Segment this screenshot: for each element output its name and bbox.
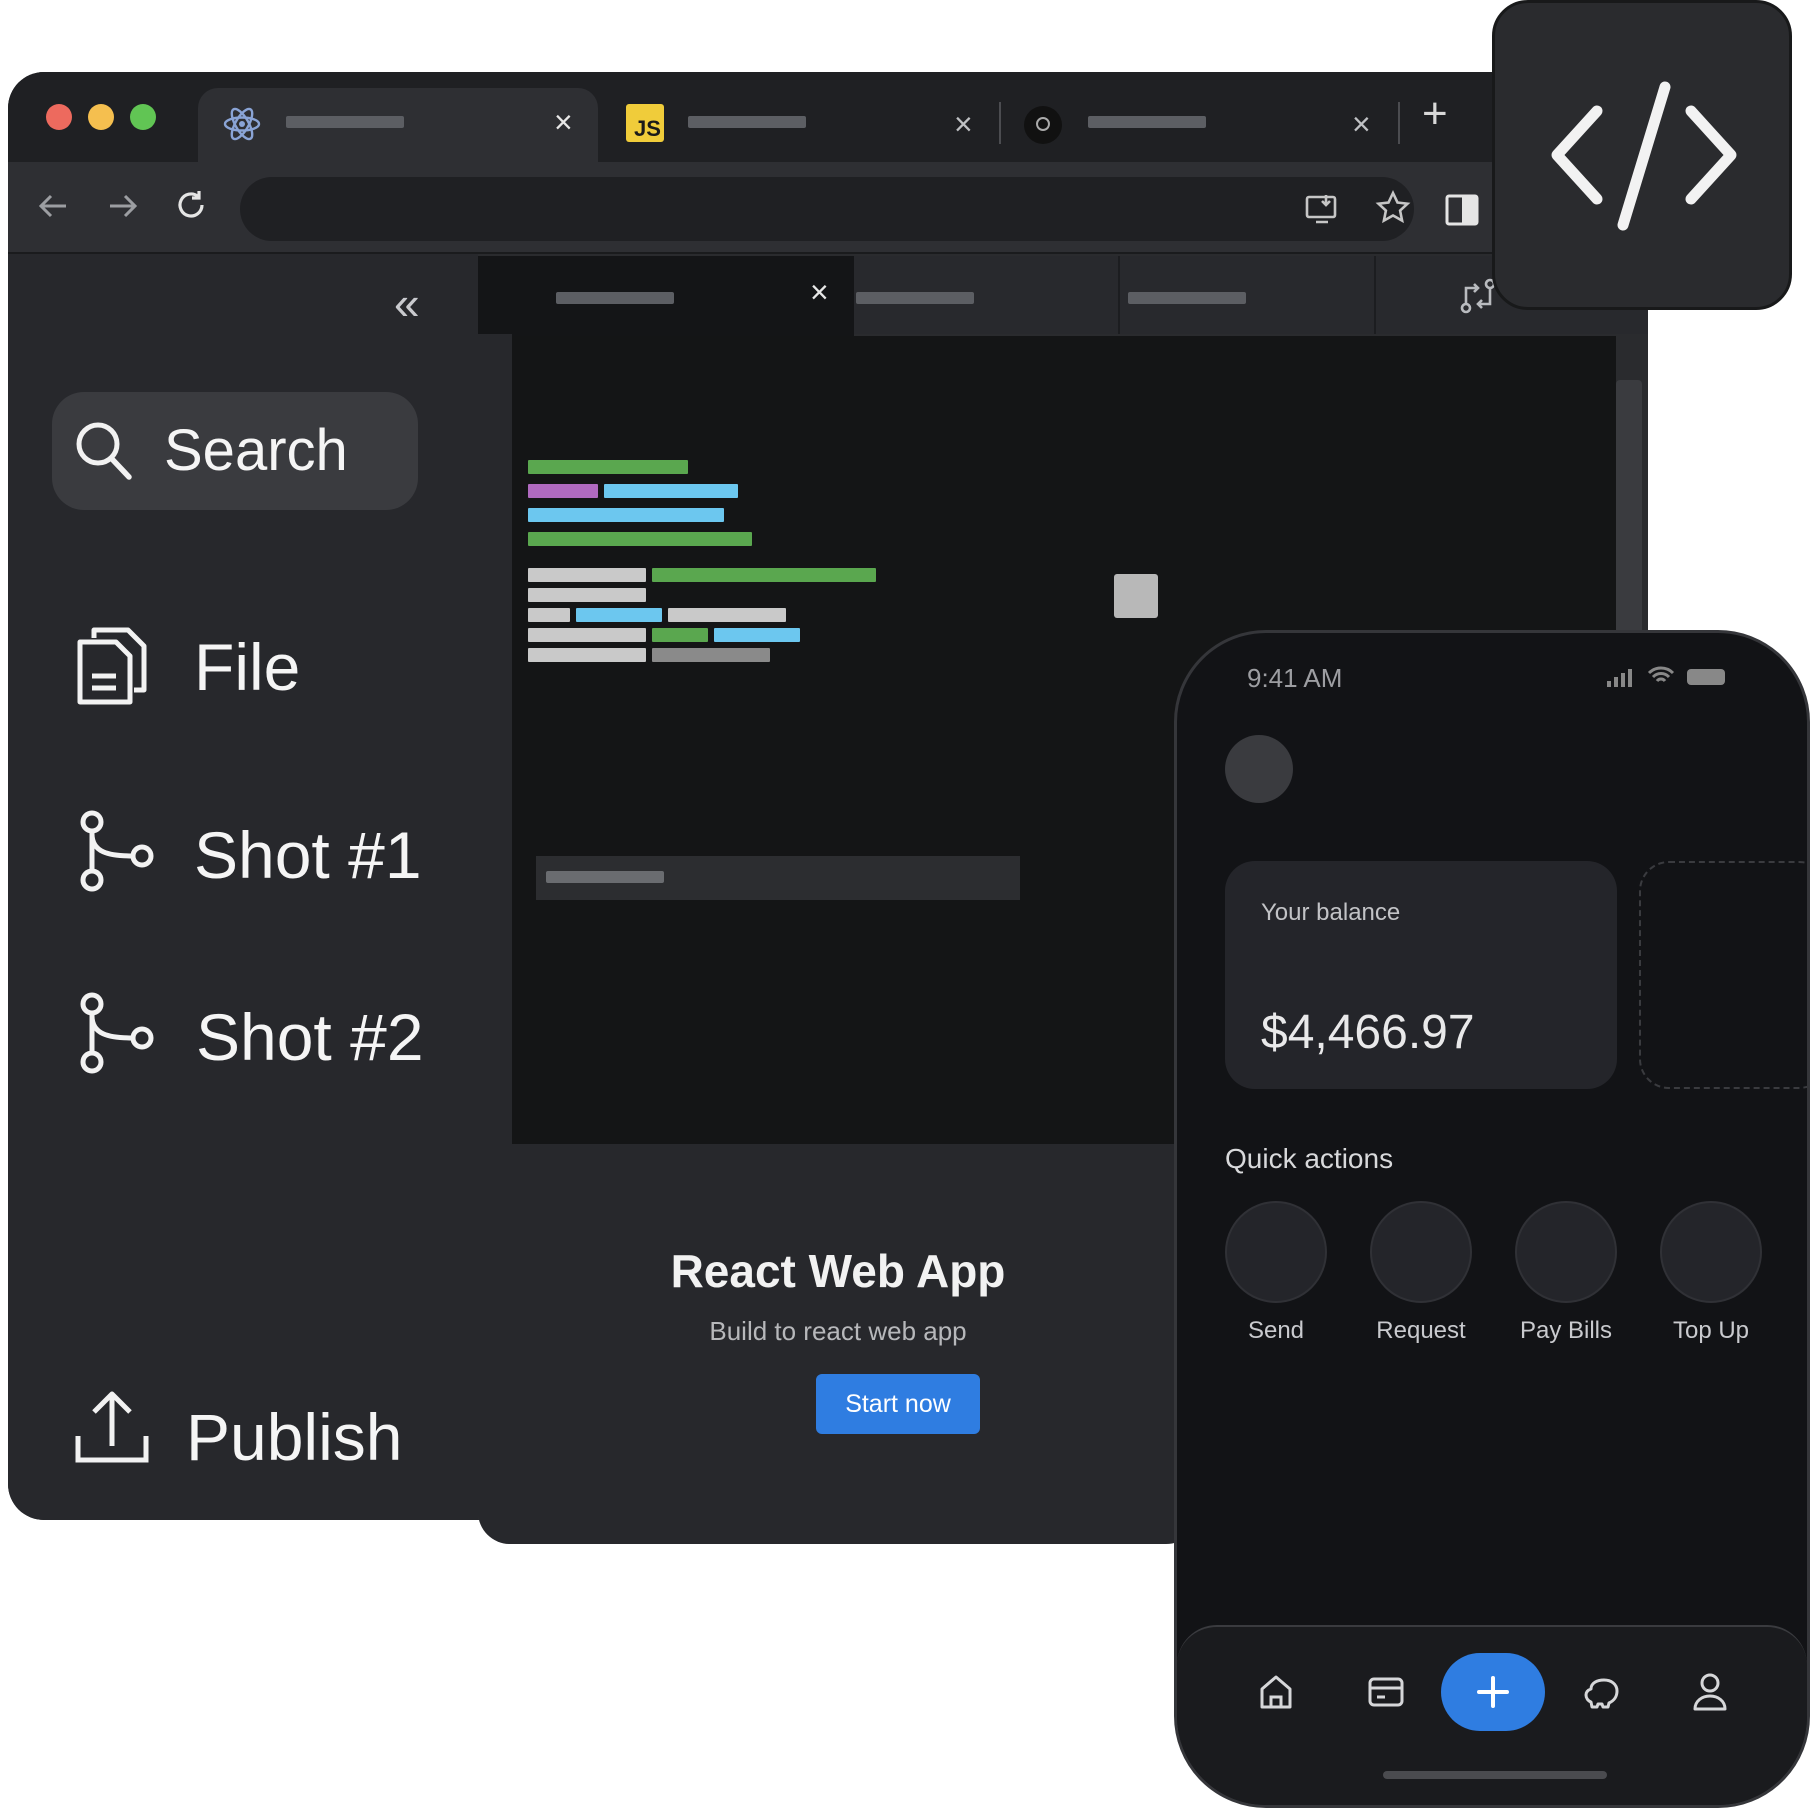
quick-action-send[interactable]: [1225, 1201, 1327, 1303]
search-label: Search: [164, 418, 348, 483]
editor-tab-2-title[interactable]: [856, 292, 974, 304]
sidebar-item-shot-1[interactable]: Shot #1: [76, 808, 496, 898]
start-now-button[interactable]: Start now: [816, 1374, 980, 1434]
collapse-sidebar-button[interactable]: «: [394, 280, 420, 326]
side-panel-icon[interactable]: [1444, 192, 1480, 233]
editor-tab-title: [556, 292, 674, 304]
preview-panel: React Web App Build to react web app Sta…: [478, 1144, 1198, 1544]
minimize-window-button[interactable]: [88, 104, 114, 130]
sidebar-item-label: Shot #2: [196, 1000, 424, 1074]
home-icon[interactable]: [1257, 1673, 1295, 1716]
quick-action-label: Send: [1247, 1317, 1305, 1344]
sidebar-item-label: File: [194, 630, 301, 704]
editor-gutter: [478, 334, 512, 1144]
quick-action-label: Top Up: [1672, 1317, 1750, 1344]
code-line: [528, 484, 598, 498]
quick-action-request[interactable]: [1370, 1201, 1472, 1303]
tab-close-button[interactable]: ×: [554, 106, 573, 138]
add-icon: [1475, 1674, 1511, 1715]
wifi-icon: [1647, 665, 1675, 692]
sidebar-item-label: Shot #1: [194, 818, 422, 892]
add-card-placeholder[interactable]: [1639, 861, 1807, 1089]
tab-title-placeholder: [1088, 116, 1206, 128]
bookmark-star-icon[interactable]: [1374, 189, 1412, 232]
savings-icon[interactable]: [1583, 1675, 1623, 1716]
github-icon: [1024, 106, 1062, 144]
text-cursor-block: [1114, 574, 1158, 618]
maximize-window-button[interactable]: [130, 104, 156, 130]
code-line: [528, 588, 646, 602]
quick-action-top-up[interactable]: [1660, 1201, 1762, 1303]
avatar[interactable]: [1225, 735, 1293, 803]
code-line: [528, 628, 646, 642]
sidebar-item-file[interactable]: File: [76, 620, 496, 710]
preview-title: React Web App: [670, 1245, 1006, 1297]
editor-tab-close-button[interactable]: ×: [810, 276, 829, 308]
terminal-input[interactable]: [536, 856, 1020, 900]
tab-strip: × JS × × +: [8, 72, 1648, 162]
tab-close-button[interactable]: ×: [954, 108, 973, 140]
reload-icon[interactable]: [172, 186, 210, 229]
send-icon: [1225, 1201, 1327, 1303]
preview-subtitle: Build to react web app: [709, 1316, 967, 1346]
search-button[interactable]: Search: [52, 392, 418, 510]
top-up-icon: [1660, 1201, 1762, 1303]
signal-icon: [1605, 667, 1635, 692]
code-line: [528, 648, 646, 662]
code-line: [528, 568, 646, 582]
react-icon: [222, 104, 262, 149]
card-icon[interactable]: [1367, 1675, 1405, 1714]
profile-icon[interactable]: [1691, 1671, 1729, 1716]
git-compare-icon[interactable]: [1458, 276, 1498, 321]
bottom-tab-bar: [1177, 1625, 1807, 1805]
quick-action-pay-bills[interactable]: [1515, 1201, 1617, 1303]
publish-label: Publish: [186, 1400, 403, 1474]
quick-action-label: Request: [1376, 1317, 1466, 1344]
install-app-icon[interactable]: [1304, 191, 1340, 232]
tab-close-button[interactable]: ×: [1352, 108, 1371, 140]
tab-title-placeholder: [286, 116, 404, 128]
branch-icon: [76, 810, 156, 897]
upload-icon: [74, 1388, 150, 1469]
publish-button[interactable]: Publish: [74, 1382, 494, 1472]
back-arrow-icon[interactable]: [36, 188, 72, 229]
browser-tab-1[interactable]: ×: [198, 88, 598, 162]
code-line: [528, 608, 570, 622]
code-line: [528, 508, 724, 522]
home-indicator: [1383, 1771, 1607, 1779]
code-line: [528, 460, 688, 474]
code-badge: [1492, 0, 1792, 310]
address-bar[interactable]: [240, 177, 1414, 241]
forward-arrow-icon[interactable]: [104, 188, 140, 229]
tab-title-placeholder: [688, 116, 806, 128]
sidebar-item-shot-2[interactable]: Shot #2: [76, 990, 496, 1080]
js-icon: JS: [626, 104, 664, 142]
code-icon: [1549, 81, 1739, 236]
phone-mockup: 9:41 AM Your balance $4,466.97 Quick act…: [1174, 630, 1810, 1808]
close-window-button[interactable]: [46, 104, 72, 130]
code-line: [528, 532, 752, 546]
pay-bills-icon: [1515, 1201, 1617, 1303]
battery-icon: [1687, 669, 1725, 685]
quick-actions-heading: Quick actions: [1225, 1143, 1394, 1174]
new-tab-button[interactable]: +: [1422, 92, 1448, 136]
search-icon: [74, 420, 134, 487]
file-icon: [76, 624, 148, 711]
editor-tab-3-title[interactable]: [1128, 292, 1246, 304]
add-button[interactable]: [1441, 1653, 1545, 1731]
branch-icon: [76, 992, 156, 1079]
tab-divider: [1398, 102, 1400, 144]
balance-label: Your balance: [1261, 899, 1401, 926]
balance-card[interactable]: Your balance $4,466.97: [1225, 861, 1617, 1089]
browser-tab-3[interactable]: ×: [1008, 88, 1388, 162]
status-time: 9:41 AM: [1247, 663, 1343, 693]
quick-action-label: Pay Bills: [1519, 1317, 1613, 1344]
browser-tab-2[interactable]: JS ×: [608, 88, 988, 162]
request-icon: [1370, 1201, 1472, 1303]
tab-divider: [999, 102, 1001, 144]
editor-tab-active[interactable]: ×: [478, 256, 854, 336]
balance-value: $4,466.97: [1261, 1006, 1475, 1059]
